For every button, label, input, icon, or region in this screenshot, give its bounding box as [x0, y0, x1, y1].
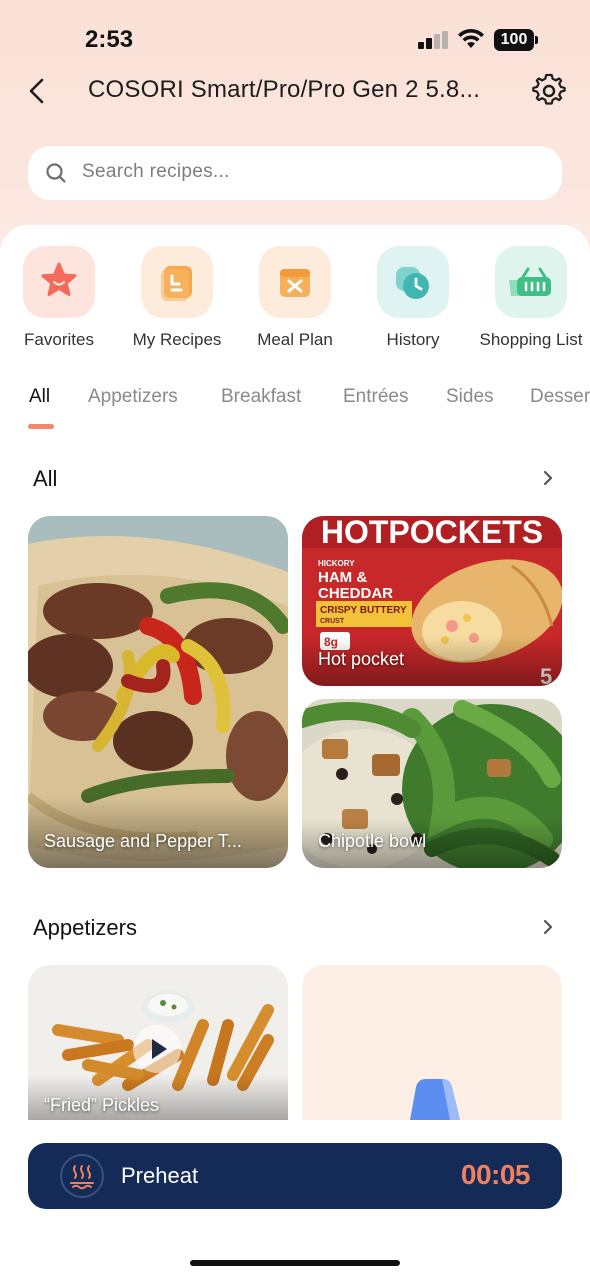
recipe-card-hot-pocket[interactable]: HOTPOCKETS HICKORY HAM & CHEDDAR CRISPY … [302, 516, 562, 686]
recipe-card-fried-pickles[interactable]: “Fried” Pickles [28, 965, 288, 1120]
chevron-right-icon[interactable] [540, 917, 556, 937]
recipe-card-icon [161, 266, 192, 301]
recipe-card-chipotle-bowl[interactable]: Chipotle bowl [302, 699, 562, 868]
box-crust: CRISPY BUTTERY [320, 605, 407, 616]
section-title-all: All [33, 466, 58, 491]
shopping-list-tile [495, 246, 567, 318]
category-tabs: All Appetizers Breakfast Entrées Sides D… [0, 386, 590, 430]
page-title: COSORI Smart/Pro/Pro Gen 2 5.8... [88, 76, 481, 103]
preheat-label: Preheat [121, 1163, 199, 1188]
quick-action-meal-plan[interactable]: Meal Plan [236, 246, 354, 350]
tab-sides[interactable]: Sides [446, 386, 494, 408]
settings-button[interactable] [530, 72, 568, 110]
battery-level: 100 [494, 29, 534, 51]
favorites-label: Favorites [24, 330, 94, 349]
box-flavor-small: HICKORY [318, 559, 355, 568]
history-tile [377, 246, 449, 318]
quick-action-my-recipes[interactable]: My Recipes [118, 246, 236, 350]
recipe-title: Chipotle bowl [318, 831, 427, 851]
tab-desserts[interactable]: Desser [530, 386, 590, 408]
chevron-left-icon [29, 78, 44, 104]
meal-plan-icon [280, 269, 310, 297]
recipe-photo [28, 516, 288, 868]
preheat-icon [60, 1154, 104, 1198]
quick-action-favorites[interactable]: Favorites [0, 246, 118, 350]
basket-icon [509, 267, 551, 296]
recipe-title: “Fried” Pickles [44, 1095, 160, 1115]
meal-plan-tile [259, 246, 331, 318]
gear-icon [532, 73, 566, 105]
box-flavor-1: HAM & [318, 569, 367, 586]
preheat-bar[interactable]: Preheat 00:05 [28, 1143, 562, 1209]
active-tab-indicator [28, 424, 54, 429]
my-recipes-tile [141, 246, 213, 318]
battery-icon: 100 [494, 29, 538, 51]
tab-all[interactable]: All [29, 386, 50, 408]
shopping-list-label: Shopping List [479, 330, 583, 349]
star-icon [41, 262, 77, 296]
tab-appetizers[interactable]: Appetizers [88, 386, 178, 408]
recipe-title: Sausage and Pepper T... [44, 831, 242, 851]
preheat-timer: 00:05 [460, 1159, 531, 1190]
search-icon [46, 163, 66, 183]
back-button[interactable] [22, 72, 58, 110]
search-placeholder: Search recipes... [82, 161, 230, 182]
wifi-icon [458, 28, 484, 48]
my-recipes-label: My Recipes [132, 330, 222, 349]
clock-icon [396, 267, 429, 299]
box-brand: HOTPOCKETS [321, 516, 543, 550]
quick-action-shopping-list[interactable]: Shopping List [472, 246, 590, 350]
history-label: History [386, 330, 440, 349]
home-indicator[interactable] [190, 1260, 400, 1266]
favorites-tile [23, 246, 95, 318]
status-bar: 2:53 100 [0, 0, 590, 80]
quick-action-history[interactable]: History [354, 246, 472, 350]
tab-breakfast[interactable]: Breakfast [221, 386, 301, 408]
tab-entrees[interactable]: Entrées [343, 386, 408, 408]
recipe-card-sausage-pepper[interactable]: Sausage and Pepper T... [28, 516, 288, 868]
recipe-title: Hot pocket [318, 649, 405, 669]
placeholder-image-icon [410, 1079, 460, 1120]
section-title-appetizers: Appetizers [33, 915, 137, 940]
box-crust-2: CRUST [320, 618, 345, 625]
meal-plan-label: Meal Plan [257, 330, 333, 349]
box-flavor-2: CHEDDAR [318, 585, 393, 602]
chevron-right-icon[interactable] [540, 468, 556, 488]
cellular-signal-icon [418, 31, 450, 49]
status-time: 2:53 [85, 26, 134, 53]
recipe-card-placeholder[interactable] [302, 965, 562, 1120]
